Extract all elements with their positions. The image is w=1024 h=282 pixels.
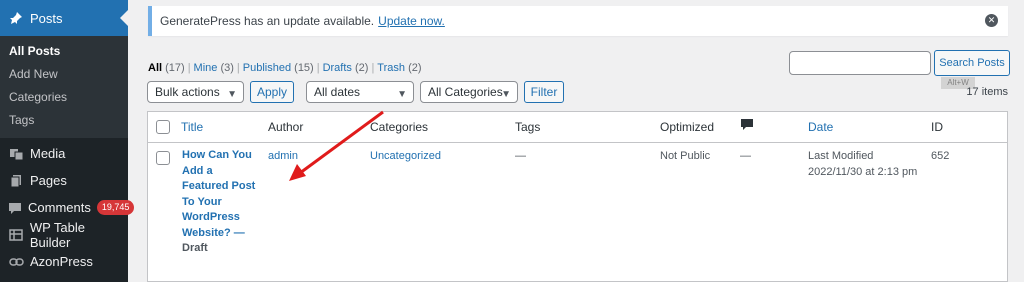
date-value: 2022/11/30 at 2:13 pm xyxy=(808,166,918,178)
tags-value: — xyxy=(515,150,526,162)
dates-select[interactable]: All dates ▼ xyxy=(306,81,414,103)
chevron-down-icon: ▼ xyxy=(227,89,237,100)
pages-icon xyxy=(8,173,24,189)
date-status: Last Modified xyxy=(808,150,874,162)
view-mine[interactable]: Mine xyxy=(194,62,218,74)
column-optimized: Optimized xyxy=(660,120,715,134)
title-line: How Can You xyxy=(182,149,252,161)
author-link[interactable]: admin xyxy=(268,149,298,164)
title-line: Website? — xyxy=(182,226,245,239)
title-line: To Your xyxy=(182,195,222,208)
select-all-checkbox[interactable] xyxy=(156,120,170,134)
submenu-all-posts[interactable]: All Posts xyxy=(0,40,128,63)
chevron-down-icon: ▼ xyxy=(501,89,511,100)
category-link[interactable]: Uncategorized xyxy=(370,149,441,164)
post-state: Draft xyxy=(182,242,208,254)
submenu-add-new[interactable]: Add New xyxy=(0,63,128,86)
submenu-tags[interactable]: Tags xyxy=(0,109,128,132)
post-id: 652 xyxy=(931,150,950,162)
table-header: Title Author Categories Tags Optimized D… xyxy=(148,112,1007,143)
row-checkbox[interactable] xyxy=(156,151,170,165)
posts-table: Title Author Categories Tags Optimized D… xyxy=(147,111,1008,282)
dates-value: All dates xyxy=(314,85,361,99)
submenu-categories[interactable]: Categories xyxy=(0,86,128,109)
comment-icon[interactable] xyxy=(740,118,754,135)
menu-comments[interactable]: Comments 19,745 xyxy=(0,194,135,221)
menu-media-label: Media xyxy=(30,146,66,161)
menu-wp-table-builder-label: WP Table Builder xyxy=(29,219,85,250)
view-all[interactable]: All (17) xyxy=(148,62,185,74)
column-author: Author xyxy=(268,120,304,134)
optimized-value: Not Public xyxy=(660,150,711,162)
menu-azonpress-label: AzonPress xyxy=(30,254,93,269)
admin-sidebar: Posts All Posts Add New Categories Tags … xyxy=(0,0,135,282)
bulk-actions-select[interactable]: Bulk actions ▼ xyxy=(147,81,244,103)
menu-posts[interactable]: Posts xyxy=(0,0,128,36)
title-line: WordPress xyxy=(182,211,240,223)
comment-icon xyxy=(8,200,22,216)
comments-count-badge: 19,745 xyxy=(96,200,135,215)
post-status-views: All (17) | Mine (3) | Published (15) | Drafts … xyxy=(148,62,422,74)
categories-select[interactable]: All Categories ▼ xyxy=(420,81,518,103)
items-count: 17 items xyxy=(966,86,1008,98)
comments-value: — xyxy=(740,150,751,162)
search-input[interactable] xyxy=(789,51,931,75)
media-icon xyxy=(8,146,24,162)
view-published[interactable]: Published xyxy=(243,62,291,74)
title-line: Add a xyxy=(182,164,213,177)
search-posts-button[interactable]: Search Posts xyxy=(934,50,1010,76)
categories-value: All Categories xyxy=(428,85,503,99)
posts-submenu: All Posts Add New Categories Tags xyxy=(0,36,128,138)
menu-wp-table-builder[interactable]: WP Table Builder xyxy=(0,219,128,250)
menu-pages[interactable]: Pages xyxy=(0,167,128,194)
column-title[interactable]: Title xyxy=(181,120,203,134)
title-line: Featured Post xyxy=(182,180,256,192)
notice-text: GeneratePress has an update available. xyxy=(160,14,375,28)
link-icon xyxy=(8,254,24,270)
update-notice: GeneratePress has an update available. U… xyxy=(148,6,1008,36)
update-now-link[interactable]: Update now. xyxy=(378,14,445,28)
menu-posts-label: Posts xyxy=(30,10,63,26)
menu-pages-label: Pages xyxy=(30,173,67,188)
pin-icon xyxy=(8,10,24,26)
dismiss-icon[interactable]: ✕ xyxy=(985,14,998,27)
filter-button[interactable]: Filter xyxy=(524,81,564,103)
column-id: ID xyxy=(931,120,943,134)
menu-media[interactable]: Media xyxy=(0,140,128,167)
menu-comments-label: Comments xyxy=(28,200,91,215)
column-categories: Categories xyxy=(370,120,429,134)
menu-azonpress[interactable]: AzonPress xyxy=(0,248,128,275)
apply-button[interactable]: Apply xyxy=(250,81,294,103)
bulk-actions-value: Bulk actions xyxy=(155,85,220,99)
column-tags: Tags xyxy=(515,120,541,134)
view-drafts[interactable]: Drafts xyxy=(323,62,352,74)
view-trash[interactable]: Trash xyxy=(377,62,405,74)
column-date[interactable]: Date xyxy=(808,120,833,134)
chevron-down-icon: ▼ xyxy=(397,89,407,100)
post-title-link[interactable]: How Can You Add a Featured Post To Your … xyxy=(182,148,260,257)
table-icon xyxy=(8,227,24,243)
